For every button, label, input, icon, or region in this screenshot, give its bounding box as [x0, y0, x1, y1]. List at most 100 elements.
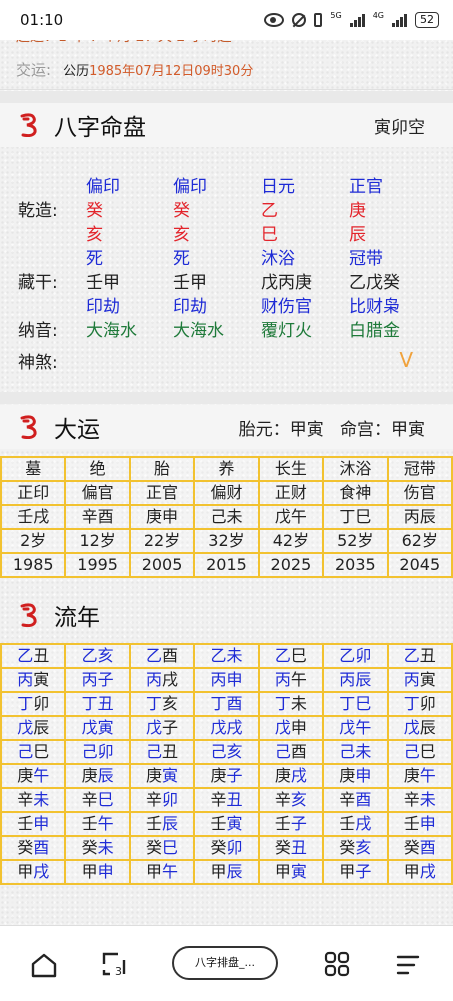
liunian-cell[interactable]: 壬申 — [386, 811, 453, 837]
liunian-cell[interactable]: 丙戌 — [128, 667, 196, 693]
liunian-cell[interactable]: 乙卯 — [322, 643, 389, 669]
tabs-icon[interactable]: 3 — [100, 950, 128, 978]
dayun-cell[interactable]: 墓 — [0, 456, 67, 482]
liunian-cell[interactable]: 甲戌 — [0, 859, 67, 885]
dayun-cell[interactable]: 冠带 — [386, 456, 453, 482]
dayun-cell[interactable]: 胎 — [128, 456, 196, 482]
liunian-cell[interactable]: 庚申 — [322, 763, 389, 789]
dayun-cell[interactable]: 2岁 — [0, 528, 67, 554]
dayun-cell[interactable]: 正印 — [0, 480, 67, 506]
dayun-cell[interactable]: 42岁 — [257, 528, 325, 554]
liunian-cell[interactable]: 庚午 — [0, 763, 67, 789]
liunian-cell[interactable]: 己丑 — [128, 739, 196, 765]
dayun-cell[interactable]: 12岁 — [64, 528, 131, 554]
liunian-cell[interactable]: 戊辰 — [386, 715, 453, 741]
liunian-cell[interactable]: 戊戌 — [193, 715, 260, 741]
liunian-cell[interactable]: 癸亥 — [322, 835, 389, 861]
dayun-cell[interactable]: 丁巳 — [322, 504, 389, 530]
liunian-cell[interactable]: 癸未 — [64, 835, 131, 861]
liunian-cell[interactable]: 己巳 — [0, 739, 67, 765]
shensha-row[interactable]: 神煞: — [0, 348, 453, 373]
liunian-cell[interactable]: 戊辰 — [0, 715, 67, 741]
dayun-cell[interactable]: 2015 — [193, 552, 260, 578]
liunian-cell[interactable]: 丙辰 — [322, 667, 389, 693]
liunian-cell[interactable]: 癸丑 — [257, 835, 325, 861]
liunian-cell[interactable]: 甲戌 — [386, 859, 453, 885]
liunian-cell[interactable]: 己未 — [322, 739, 389, 765]
liunian-cell[interactable]: 丁酉 — [193, 691, 260, 717]
liunian-cell[interactable]: 丁未 — [257, 691, 325, 717]
dayun-cell[interactable]: 食神 — [322, 480, 389, 506]
dayun-cell[interactable]: 2035 — [322, 552, 389, 578]
apps-grid-icon[interactable] — [323, 950, 351, 978]
dayun-cell[interactable]: 22岁 — [128, 528, 196, 554]
liunian-cell[interactable]: 乙酉 — [128, 643, 196, 669]
liunian-cell[interactable]: 癸酉 — [386, 835, 453, 861]
liunian-cell[interactable]: 乙亥 — [64, 643, 131, 669]
dayun-cell[interactable]: 壬戌 — [0, 504, 67, 530]
dayun-cell[interactable]: 辛酉 — [64, 504, 131, 530]
home-icon[interactable] — [30, 952, 58, 978]
dayun-cell[interactable]: 1995 — [64, 552, 131, 578]
liunian-cell[interactable]: 戊子 — [128, 715, 196, 741]
liunian-cell[interactable]: 辛亥 — [257, 787, 325, 813]
liunian-cell[interactable]: 戊午 — [322, 715, 389, 741]
liunian-cell[interactable]: 辛丑 — [193, 787, 260, 813]
expand-chevron-icon[interactable]: V — [399, 348, 413, 372]
dayun-cell[interactable]: 正财 — [257, 480, 325, 506]
liunian-cell[interactable]: 己卯 — [64, 739, 131, 765]
liunian-cell[interactable]: 壬辰 — [128, 811, 196, 837]
liunian-cell[interactable]: 乙丑 — [386, 643, 453, 669]
liunian-cell[interactable]: 乙丑 — [0, 643, 67, 669]
liunian-cell[interactable]: 庚午 — [386, 763, 453, 789]
dayun-cell[interactable]: 62岁 — [386, 528, 453, 554]
liunian-cell[interactable]: 甲午 — [128, 859, 196, 885]
liunian-cell[interactable]: 壬午 — [64, 811, 131, 837]
liunian-cell[interactable]: 甲寅 — [257, 859, 325, 885]
liunian-cell[interactable]: 丁巳 — [322, 691, 389, 717]
current-tab-button[interactable]: 八字排盘_... — [172, 946, 278, 980]
dayun-cell[interactable]: 绝 — [64, 456, 131, 482]
liunian-cell[interactable]: 甲申 — [64, 859, 131, 885]
dayun-cell[interactable]: 2025 — [257, 552, 325, 578]
dayun-cell[interactable]: 丙辰 — [386, 504, 453, 530]
dayun-cell[interactable]: 伤官 — [386, 480, 453, 506]
liunian-cell[interactable]: 壬寅 — [193, 811, 260, 837]
liunian-cell[interactable]: 壬戌 — [322, 811, 389, 837]
dayun-cell[interactable]: 偏财 — [193, 480, 260, 506]
liunian-cell[interactable]: 丁丑 — [64, 691, 131, 717]
liunian-cell[interactable]: 戊申 — [257, 715, 325, 741]
liunian-cell[interactable]: 辛巳 — [64, 787, 131, 813]
liunian-cell[interactable]: 乙未 — [193, 643, 260, 669]
liunian-cell[interactable]: 丁卯 — [0, 691, 67, 717]
liunian-cell[interactable]: 甲辰 — [193, 859, 260, 885]
dayun-cell[interactable]: 沐浴 — [322, 456, 389, 482]
liunian-cell[interactable]: 丙申 — [193, 667, 260, 693]
dayun-cell[interactable]: 1985 — [0, 552, 67, 578]
dayun-cell[interactable]: 长生 — [257, 456, 325, 482]
liunian-cell[interactable]: 庚戌 — [257, 763, 325, 789]
liunian-cell[interactable]: 庚寅 — [128, 763, 196, 789]
dayun-cell[interactable]: 52岁 — [322, 528, 389, 554]
liunian-cell[interactable]: 己亥 — [193, 739, 260, 765]
liunian-cell[interactable]: 丙寅 — [386, 667, 453, 693]
liunian-cell[interactable]: 癸巳 — [128, 835, 196, 861]
liunian-cell[interactable]: 丙午 — [257, 667, 325, 693]
liunian-cell[interactable]: 壬申 — [0, 811, 67, 837]
liunian-cell[interactable]: 癸酉 — [0, 835, 67, 861]
liunian-cell[interactable]: 庚子 — [193, 763, 260, 789]
liunian-cell[interactable]: 丙寅 — [0, 667, 67, 693]
dayun-cell[interactable]: 32岁 — [193, 528, 260, 554]
liunian-cell[interactable]: 癸卯 — [193, 835, 260, 861]
liunian-cell[interactable]: 辛未 — [0, 787, 67, 813]
liunian-cell[interactable]: 己酉 — [257, 739, 325, 765]
liunian-cell[interactable]: 丁亥 — [128, 691, 196, 717]
liunian-cell[interactable]: 壬子 — [257, 811, 325, 837]
menu-icon[interactable] — [394, 951, 422, 979]
dayun-cell[interactable]: 戊午 — [257, 504, 325, 530]
dayun-cell[interactable]: 养 — [193, 456, 260, 482]
dayun-cell[interactable]: 庚申 — [128, 504, 196, 530]
dayun-cell[interactable]: 正官 — [128, 480, 196, 506]
liunian-cell[interactable]: 辛未 — [386, 787, 453, 813]
liunian-cell[interactable]: 甲子 — [322, 859, 389, 885]
